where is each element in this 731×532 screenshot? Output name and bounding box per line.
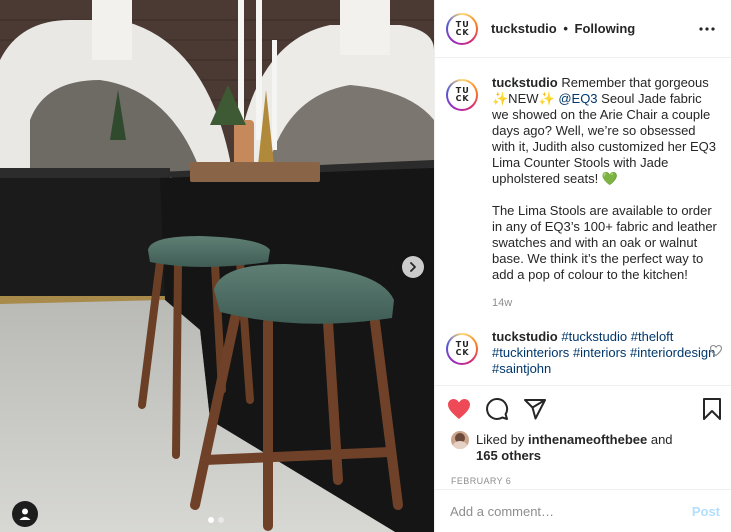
add-comment-bar: Post [435,489,731,532]
likes-and: and [647,432,673,447]
like-button[interactable] [447,397,471,421]
post-date[interactable]: FEBRUARY 6 [435,464,731,486]
caption-timestamp[interactable]: 14w [492,295,720,311]
hashtag-link[interactable]: #tuckstudio [561,329,627,344]
comment-icon [486,398,509,420]
tuck-logo: T U C K [448,14,476,43]
mention-link[interactable]: @EQ3 [558,91,597,106]
likes-summary: Liked by inthenameofthebee and 165 other… [435,431,731,464]
caption-author-avatar[interactable]: T U C K [446,79,478,111]
comment-input[interactable] [450,503,692,519]
bookmark-icon [703,398,721,420]
liker-username[interactable]: inthenameofthebee [528,432,647,447]
post-actions-area: Liked by inthenameofthebee and 165 other… [435,385,731,486]
save-button[interactable] [700,397,724,421]
carousel-indicator [208,517,224,523]
logo-letter: C [455,27,462,37]
tuck-logo: T U C K [448,335,476,363]
comment-row: T U C K tuckstudio #tuckstudio #theloft … [446,329,720,377]
hashtag-link[interactable]: #saintjohn [492,361,551,376]
separator-dot: • [563,21,568,36]
share-button[interactable] [523,397,547,421]
carousel-next-button[interactable] [402,256,424,278]
comment-body: tuckstudio #tuckstudio #theloft #tuckint… [492,329,720,377]
carousel-dot [218,517,224,523]
post-photo[interactable] [0,0,434,532]
likes-others-link[interactable]: 165 others [476,448,541,463]
comments-list[interactable]: T U C K tuckstudio Remember that gorgeou… [435,59,731,385]
heart-filled-icon [448,399,470,419]
liker-avatar[interactable] [451,431,469,449]
follow-status-button[interactable]: Following [575,21,636,36]
author-username[interactable]: tuckstudio [491,21,557,36]
likes-prefix: Liked by [476,432,529,447]
more-icon [699,26,715,31]
logo-letter: K [462,348,469,357]
comment-username[interactable]: tuckstudio [492,329,558,344]
hashtag-link[interactable]: #theloft [631,329,674,344]
caption-username[interactable]: tuckstudio [492,75,558,90]
caption-paragraph-1: tuckstudio Remember that gorgeous ✨NEW✨ … [492,75,720,187]
tagged-users-button[interactable] [12,501,38,527]
hashtag-link[interactable]: #interiordesign [630,345,715,360]
caption-paragraph-2: The Lima Stools are available to order i… [492,203,717,282]
carousel-dot-active [208,517,214,523]
post-header: T U C K tuckstudio • Following [435,0,731,58]
logo-letter: C [455,348,462,357]
author-avatar[interactable]: T U C K [446,12,478,45]
post-comment-button[interactable]: Post [692,504,720,519]
user-tag-icon [19,508,31,520]
author-line: tuckstudio • Following [491,21,695,36]
caption-row: T U C K tuckstudio Remember that gorgeou… [446,75,720,311]
tuck-logo: T U C K [448,81,476,109]
more-options-button[interactable] [695,17,719,41]
logo-letter: C [455,94,462,103]
caption-body: tuckstudio Remember that gorgeous ✨NEW✨ … [492,75,720,311]
comment-button[interactable] [485,397,509,421]
action-bar [435,386,731,432]
logo-letter: K [462,94,469,103]
instagram-post-modal: T U C K tuckstudio • Following T U C K t… [0,0,731,532]
commenter-avatar[interactable]: T U C K [446,333,478,365]
logo-letter: K [462,27,469,37]
likes-text: Liked by inthenameofthebee and 165 other… [476,432,673,464]
share-icon [524,399,546,420]
hashtag-link[interactable]: #interiors [573,345,626,360]
hashtag-link[interactable]: #tuckinteriors [492,345,569,360]
heart-outline-icon[interactable] [710,345,722,356]
chevron-right-icon [410,262,416,272]
kitchen-stools-photo [0,0,434,532]
post-side-panel: T U C K tuckstudio • Following T U C K t… [434,0,731,532]
